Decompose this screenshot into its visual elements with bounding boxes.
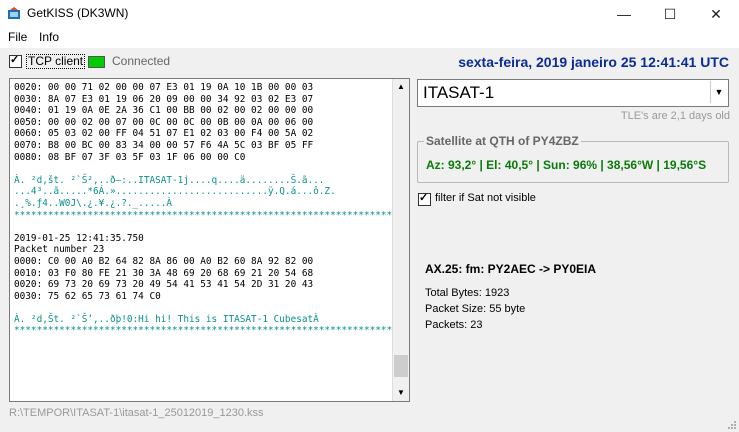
tcp-client-label[interactable]: TCP client — [26, 54, 86, 69]
scroll-thumb[interactable] — [394, 355, 408, 377]
separator-line: ****************************************… — [14, 209, 410, 221]
checkbox-check-icon[interactable] — [418, 191, 431, 206]
hex-line: 0070: B8 00 BC 00 83 34 00 00 57 F6 4A 5… — [14, 139, 314, 151]
separator-line: ****************************************… — [14, 325, 410, 337]
packet-timestamp: 2019-01-25 12:41:35.750 — [14, 232, 144, 244]
ascii-line: À. ²d,št. ²`Š²,..ð—:..ITASAT-1j....q....… — [14, 174, 325, 186]
filter-visible-label[interactable]: filter if Sat not visible — [435, 192, 536, 204]
packet-size: Packet Size: 55 byte — [425, 303, 526, 315]
hex-line: 0080: 08 BF 07 3F 03 5F 03 1F 06 00 00 C… — [14, 151, 246, 163]
hex-line: 0030: 8A 07 E3 01 19 06 20 09 00 00 34 9… — [14, 93, 314, 105]
connection-status-text: Connected — [112, 54, 171, 68]
satellite-qth-group: Satellite at QTH of PY4ZBZ Az: 93,2° | E… — [417, 134, 729, 183]
ascii-line: .¸%.ƒ4..W0J\.¿.¥.¿.?._.....À — [14, 197, 173, 209]
ax25-header: AX.25: fm: PY2AEC -> PY0EIA — [425, 262, 597, 276]
hex-line: 0020: 00 00 71 02 00 00 07 E3 01 19 0A 1… — [14, 82, 314, 93]
hex-line: 0030: 75 62 65 73 61 74 C0 — [14, 290, 161, 302]
window-title: GetKISS (DK3WN) — [27, 6, 129, 20]
connection-status-led — [88, 56, 105, 68]
close-button[interactable]: ✕ — [693, 0, 739, 28]
maximize-button[interactable]: ☐ — [647, 0, 693, 28]
hex-line: 0010: 03 F0 80 FE 21 30 3A 48 69 20 68 6… — [14, 267, 314, 279]
packet-log[interactable]: 0020: 00 00 71 02 00 00 07 E3 01 19 0A 1… — [9, 78, 410, 402]
satellite-select-value: ITASAT-1 — [423, 83, 495, 102]
hex-line: 0040: 01 19 0A 0E 2A 36 C1 00 BB 00 02 0… — [14, 105, 314, 117]
hex-line: 0060: 05 03 02 00 FF 04 51 07 E1 02 03 0… — [14, 128, 314, 140]
hex-line: 0050: 00 00 02 00 07 00 0C 00 0C 00 0B 0… — [14, 116, 314, 128]
satellite-select[interactable]: ITASAT-1 ▼ — [417, 79, 729, 107]
utc-datetime: sexta-feira, 2019 janeiro 25 12:41:41 UT… — [458, 54, 729, 70]
packet-count: Packets: 23 — [425, 319, 483, 331]
app-icon — [8, 7, 20, 19]
chevron-down-icon[interactable]: ▼ — [710, 81, 727, 103]
resize-grip-icon[interactable] — [727, 420, 737, 430]
ascii-line: ...4³..ã.....*6Á.»......................… — [14, 186, 336, 198]
scroll-down-arrow-icon[interactable]: ▼ — [393, 385, 409, 401]
file-path: R:\TEMPOR\ITASAT-1\itasat-1_25012019_123… — [9, 407, 264, 419]
menu-info[interactable]: Info — [39, 30, 59, 44]
hex-line: 0020: 69 73 20 69 73 20 49 54 41 53 41 5… — [14, 279, 314, 291]
menu-bar: File Info — [0, 28, 739, 48]
tle-age-text: TLE's are 2,1 days old — [620, 110, 730, 122]
scroll-up-arrow-icon[interactable]: ▲ — [393, 79, 409, 95]
minimize-button[interactable]: — — [601, 0, 647, 28]
packet-number: Packet number 23 — [14, 244, 105, 256]
total-bytes: Total Bytes: 1923 — [425, 287, 510, 299]
hex-line: 0000: C0 00 A0 B2 64 82 8A 86 00 A0 B2 6… — [14, 255, 314, 267]
title-bar: GetKISS (DK3WN) — ☐ ✕ — [0, 0, 739, 28]
menu-file[interactable]: File — [8, 30, 27, 44]
satellite-qth-title: Satellite at QTH of PY4ZBZ — [424, 134, 581, 148]
ascii-line: À. ²d‚Št. ²`Š’‚..ðþ!0:Hi hi! This is ITA… — [14, 313, 319, 325]
log-scrollbar[interactable]: ▲ ▼ — [392, 79, 409, 401]
satellite-position: Az: 93,2° | El: 40,5° | Sun: 96% | 38,56… — [426, 158, 707, 172]
checkbox-check-icon[interactable] — [9, 53, 22, 68]
packet-log-text: 0020: 00 00 71 02 00 00 07 E3 01 19 0A 1… — [10, 79, 409, 340]
